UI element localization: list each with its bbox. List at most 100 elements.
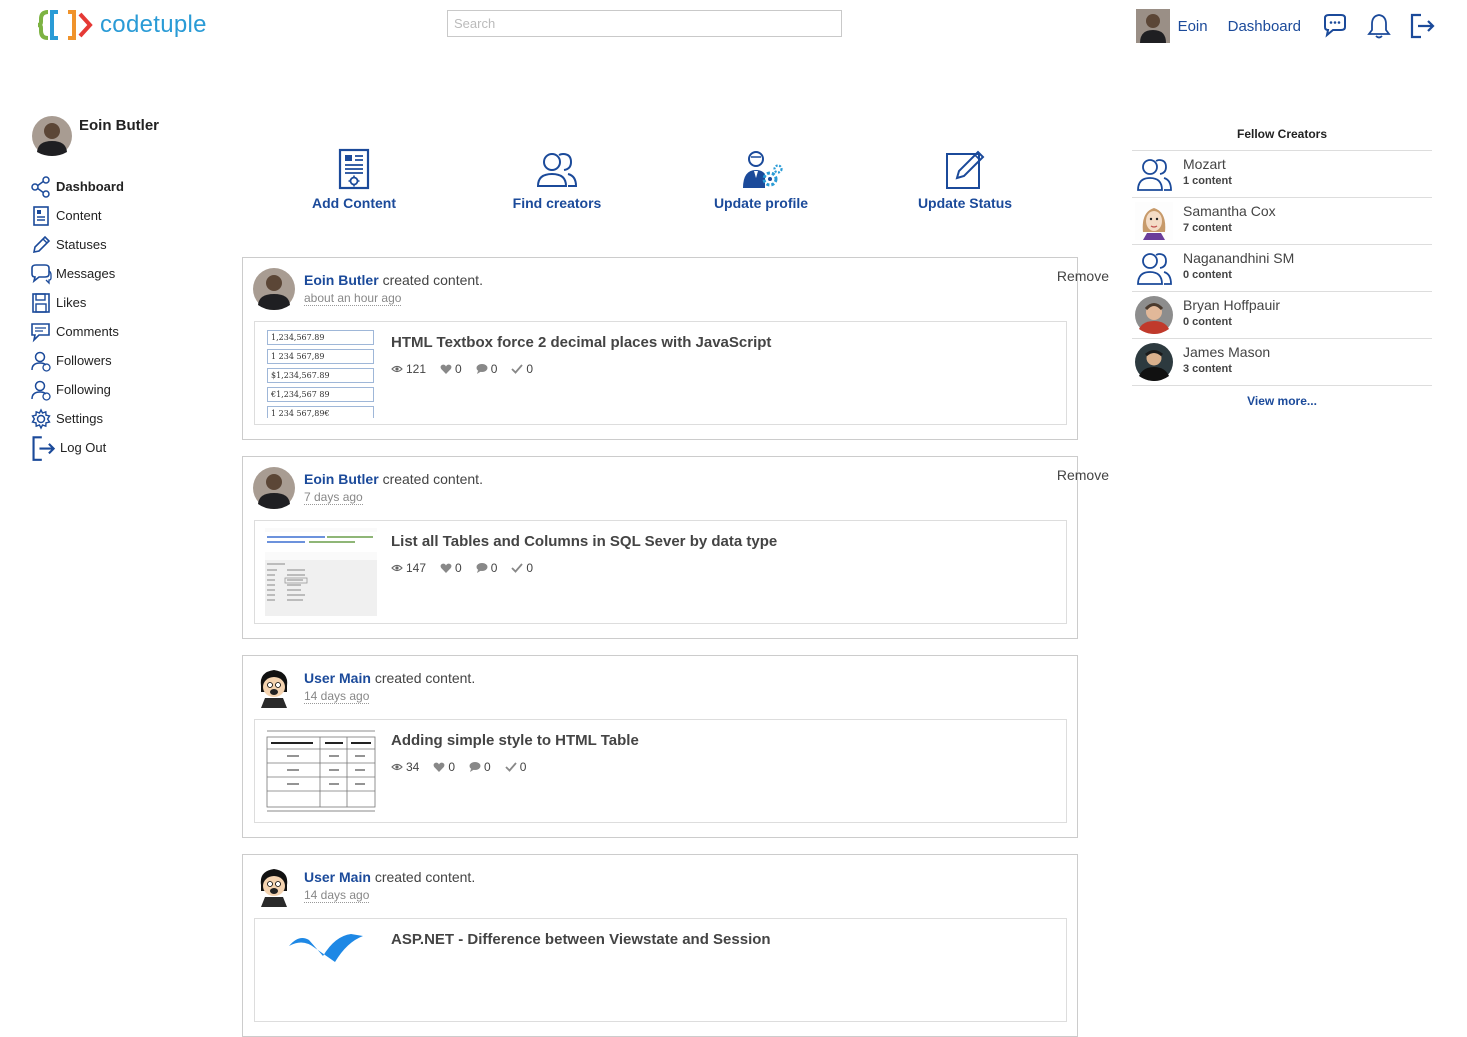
profile-name: Eoin Butler [79, 117, 160, 134]
content-preview[interactable]: List all Tables and Columns in SQL Sever… [254, 520, 1067, 624]
comments-count: 0 [490, 561, 498, 575]
activity-text: Eoin Butler created content. [304, 272, 483, 288]
checks-count: 0 [526, 362, 534, 376]
sidebar-item-content[interactable]: Content [30, 201, 124, 230]
sidebar-item-label: Content [56, 208, 102, 223]
content-preview[interactable]: 1,234,567.89 1 234 567,89 $1,234,567.89 … [254, 321, 1067, 425]
content-thumbnail [289, 934, 363, 962]
check-icon [511, 364, 524, 374]
content-preview[interactable]: ASP.NET - Difference between Viewstate a… [254, 918, 1067, 1022]
avatar[interactable] [253, 467, 295, 509]
creator-name[interactable]: Mozart [1183, 156, 1226, 172]
avatar[interactable] [253, 666, 295, 708]
creator-item[interactable]: Bryan Hoffpauir 0 content [1132, 292, 1432, 339]
fellow-creators-panel: Fellow Creators Mozart 1 content Samanth… [1132, 126, 1432, 408]
sidebar-item-label: Comments [56, 324, 119, 339]
sidebar-item-messages[interactable]: Messages [30, 259, 124, 288]
creator-count: 3 content [1183, 363, 1232, 375]
edit-icon [946, 150, 985, 189]
sidebar-item-label: Dashboard [56, 179, 124, 194]
avatar [1135, 343, 1173, 381]
sidebar-item-comments[interactable]: Comments [30, 317, 124, 346]
logout-icon[interactable] [1409, 12, 1437, 40]
sidebar-item-label: Settings [56, 411, 103, 426]
user-link[interactable]: User Main [304, 869, 371, 885]
profile-avatar[interactable] [32, 116, 72, 156]
thumb-line: 1 234 567,89€ [267, 406, 374, 418]
search-input[interactable] [447, 10, 842, 37]
views-count: 147 [406, 561, 427, 575]
remove-button[interactable]: Remove [1057, 467, 1109, 483]
update-status-label: Update Status [917, 195, 1013, 211]
sidebar-item-settings[interactable]: Settings [30, 404, 124, 433]
sidebar-item-label: Likes [56, 295, 87, 310]
creator-item[interactable]: Samantha Cox 7 content [1132, 198, 1432, 245]
find-creators-button[interactable]: Find creators [477, 148, 637, 211]
sidebar-item-label: Messages [56, 266, 116, 281]
feed-card: User Main created content. 14 days ago A… [242, 655, 1078, 838]
thumb-line: 1,234,567.89 [267, 330, 374, 345]
sidebar-item-label: Log Out [60, 440, 107, 455]
creator-name[interactable]: Naganandhini SM [1183, 250, 1294, 266]
content-thumbnail [265, 528, 377, 616]
update-status-button[interactable]: Update Status [885, 148, 1045, 211]
avatar [1135, 296, 1173, 334]
users-icon [1137, 159, 1172, 191]
feed-card: Eoin Butler created content. about an ho… [242, 257, 1109, 440]
action-text: created content. [374, 670, 476, 686]
content-title[interactable]: List all Tables and Columns in SQL Sever… [391, 533, 777, 550]
content-title[interactable]: Adding simple style to HTML Table [391, 732, 639, 749]
add-content-button[interactable]: Add Content [274, 148, 434, 211]
quick-actions: Add Content Find creators Update profile… [242, 148, 1078, 218]
sidebar-item-followers[interactable]: Followers [30, 346, 124, 375]
profile-summary: Eoin Butler [32, 116, 159, 156]
add-content-label: Add Content [312, 195, 396, 211]
content-title[interactable]: ASP.NET - Difference between Viewstate a… [391, 931, 771, 948]
eye-icon [391, 763, 403, 771]
creator-item[interactable]: James Mason 3 content [1132, 339, 1432, 386]
comments-count: 0 [490, 362, 498, 376]
logout-icon [32, 435, 56, 461]
sidebar-item-likes[interactable]: Likes [30, 288, 124, 317]
gear-icon [31, 407, 51, 430]
sidebar-item-following[interactable]: Following [30, 375, 124, 404]
user-avatar[interactable] [1135, 9, 1170, 43]
brand-logo[interactable]: codetuple [38, 8, 207, 42]
sidebar-item-dashboard[interactable]: Dashboard [30, 172, 124, 201]
heart-icon [440, 364, 452, 374]
top-nav: Eoin Dashboard [1135, 8, 1437, 44]
update-profile-button[interactable]: Update profile [681, 148, 841, 211]
creator-item[interactable]: Mozart 1 content [1132, 151, 1432, 198]
users-icon [536, 152, 578, 187]
creator-count: 0 content [1183, 316, 1232, 328]
dashboard-link[interactable]: Dashboard [1228, 18, 1301, 35]
update-profile-label: Update profile [713, 195, 809, 211]
creator-name[interactable]: Bryan Hoffpauir [1183, 297, 1280, 313]
avatar[interactable] [253, 268, 295, 310]
creator-count: 7 content [1183, 222, 1232, 234]
avatar[interactable] [253, 865, 295, 907]
remove-button[interactable]: Remove [1057, 268, 1109, 284]
creator-name[interactable]: James Mason [1183, 344, 1270, 360]
timestamp: about an hour ago [304, 291, 402, 306]
avatar [1135, 202, 1173, 240]
user-link[interactable]: Eoin [1178, 18, 1208, 35]
user-link[interactable]: Eoin Butler [304, 471, 379, 487]
sidebar-item-statuses[interactable]: Statuses [30, 230, 124, 259]
sidebar-item-logout[interactable]: Log Out [30, 433, 124, 462]
timestamp: 7 days ago [304, 490, 363, 505]
brand-name: codetuple [100, 11, 207, 38]
content-title[interactable]: HTML Textbox force 2 decimal places with… [391, 334, 771, 351]
action-text: created content. [382, 272, 483, 288]
thumb-line: 1 234 567,89 [267, 349, 374, 364]
views-count: 34 [406, 760, 420, 774]
content-preview[interactable]: Adding simple style to HTML Table 34 0 0… [254, 719, 1067, 823]
creator-item[interactable]: Naganandhini SM 0 content [1132, 245, 1432, 292]
user-link[interactable]: User Main [304, 670, 371, 686]
heart-icon [433, 762, 445, 772]
creator-name[interactable]: Samantha Cox [1183, 203, 1276, 219]
view-more-link[interactable]: View more... [1132, 394, 1432, 408]
user-link[interactable]: Eoin Butler [304, 272, 379, 288]
bell-icon[interactable] [1365, 12, 1393, 40]
chat-icon[interactable] [1321, 12, 1349, 40]
